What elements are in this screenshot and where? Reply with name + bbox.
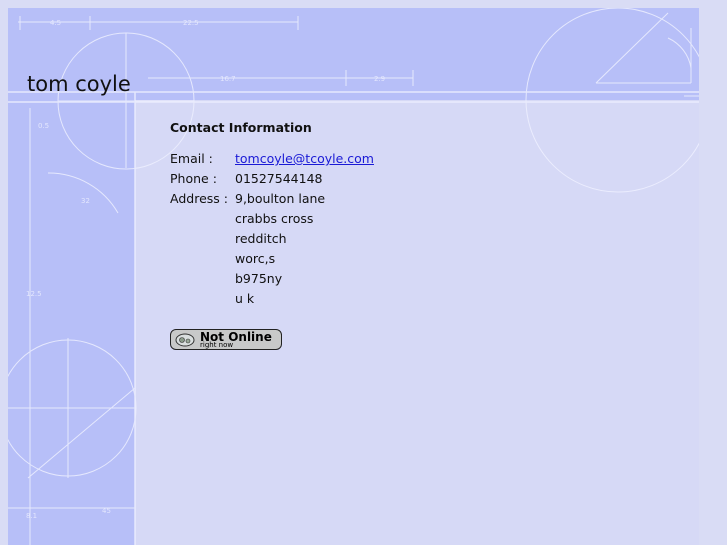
measure-label: 16.7 [220, 75, 236, 83]
measure-label: 12.5 [26, 290, 42, 298]
phone-value: 01527544148 [235, 171, 323, 186]
contact-heading: Contact Information [170, 120, 312, 135]
email-label: Email : [170, 151, 213, 166]
page-frame: 4.5 22.5 16.7 2.9 0.5 12.5 8.1 45 32 tom… [8, 8, 699, 545]
contact-section: Contact Information Email : tomcoyle@tco… [170, 120, 374, 350]
address-row: u k [170, 289, 374, 309]
measure-label: 4.5 [50, 19, 61, 27]
measure-label: 0.5 [38, 122, 49, 130]
address-line: redditch [235, 231, 287, 246]
address-line: u k [235, 291, 255, 306]
measure-label: 8.1 [26, 512, 37, 520]
phone-row: Phone : 01527544148 [170, 169, 374, 189]
measure-label: 2.9 [374, 75, 385, 83]
measure-label: 32 [81, 197, 90, 205]
address-label: Address : [170, 191, 228, 206]
email-link[interactable]: tomcoyle@tcoyle.com [235, 151, 374, 166]
site-title: tom coyle [27, 72, 131, 96]
status-subtext: right now [200, 341, 234, 349]
address-row: redditch [170, 229, 374, 249]
measure-label: 22.5 [183, 19, 199, 27]
email-row: Email : tomcoyle@tcoyle.com [170, 149, 374, 169]
address-line: 9,boulton lane [235, 191, 326, 206]
address-row: worc,s [170, 249, 374, 269]
address-row: b975ny [170, 269, 374, 289]
address-line: worc,s [235, 251, 276, 266]
address-line: b975ny [235, 271, 283, 286]
chat-status-icon [175, 333, 195, 347]
online-status-button[interactable]: Not Online right now [170, 329, 282, 350]
address-line: crabbs cross [235, 211, 314, 226]
measure-label: 45 [102, 507, 111, 515]
address-row: Address : 9,boulton lane [170, 189, 374, 209]
phone-label: Phone : [170, 171, 217, 186]
address-row: crabbs cross [170, 209, 374, 229]
